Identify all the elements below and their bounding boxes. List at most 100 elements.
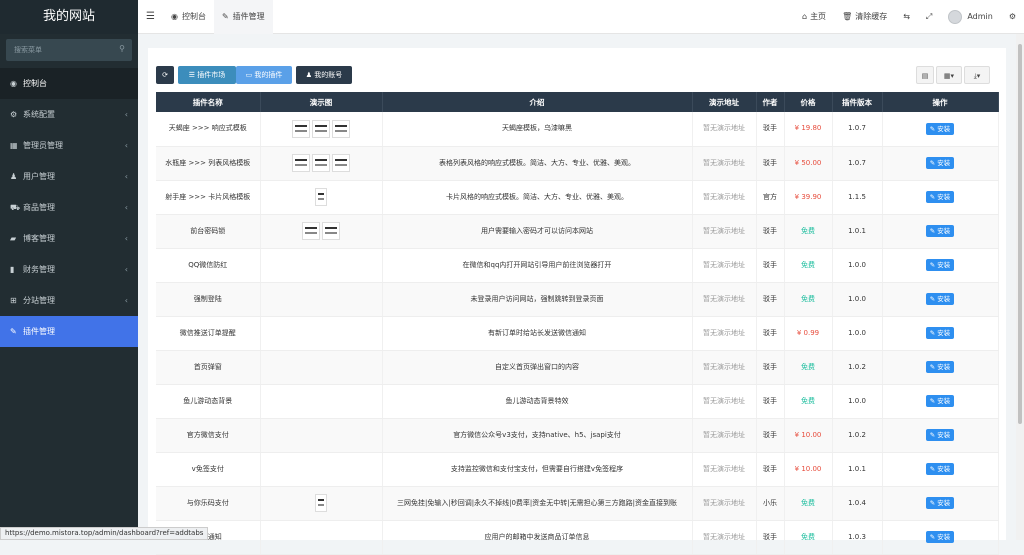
table-view-button[interactable]: ▤ — [916, 66, 934, 84]
menu-toggle-icon[interactable]: ☰ — [138, 0, 163, 34]
demo-cell: 暂无演示地址 — [692, 316, 757, 351]
plugin-name: 官方微信支付 — [186, 430, 229, 439]
sidebar-item-4[interactable]: ⛟ 商品管理 ‹ — [0, 192, 138, 223]
name-cell: 鱼儿游动态背景 — [156, 384, 261, 419]
fullscreen-icon[interactable]: ⤢ — [918, 0, 940, 34]
preview-thumbnail[interactable] — [332, 119, 350, 138]
plugin-description: 用户需要输入密码才可以访问本网站 — [481, 226, 593, 235]
preview-thumbnail[interactable] — [312, 119, 330, 138]
demo-address: 暂无演示地址 — [703, 294, 745, 303]
price-cell: ¥ 0.99 — [784, 316, 833, 351]
demo-cell: 暂无演示地址 — [692, 112, 757, 147]
column-header[interactable]: 介绍 — [382, 92, 693, 112]
preview-thumbnail[interactable] — [292, 119, 310, 138]
install-button[interactable]: ✎ 安装 — [925, 531, 955, 543]
sidebar-item-7[interactable]: ⊞ 分站管理 ‹ — [0, 285, 138, 316]
demo-address: 暂无演示地址 — [703, 498, 745, 507]
preview-thumbnail[interactable] — [315, 494, 327, 512]
sidebar-item-5[interactable]: ▰ 博客管理 ‹ — [0, 223, 138, 254]
action-cell: ✎ 安装 — [882, 486, 999, 521]
translate-icon[interactable]: ⇆ — [895, 0, 918, 34]
install-button[interactable]: ✎ 安装 — [925, 361, 955, 373]
author-cell: 驳手 — [756, 350, 785, 385]
export-button[interactable]: ⤓▾ — [964, 66, 990, 84]
search-icon[interactable]: ⚲ — [119, 44, 125, 53]
plugin-name: 微信推送订单提醒 — [179, 328, 236, 337]
demo-address: 暂无演示地址 — [703, 396, 745, 405]
settings-gear-icon[interactable]: ⚙ — [1001, 0, 1024, 34]
price: 免费 — [801, 294, 815, 303]
preview-thumbnail[interactable] — [315, 188, 327, 206]
column-header[interactable]: 插件版本 — [832, 92, 883, 112]
install-button[interactable]: ✎ 安装 — [925, 395, 955, 407]
desc-cell: 表格列表风格的响应式模板。简洁、大方、专业、优雅、美观。 — [382, 146, 693, 181]
version: 1.0.1 — [848, 226, 866, 235]
column-header[interactable]: 插件名称 — [156, 92, 261, 112]
refresh-button[interactable]: ⟳ — [156, 66, 174, 84]
preview-thumbnail[interactable] — [312, 154, 330, 172]
sidebar-item-3[interactable]: ♟ 用户管理 ‹ — [0, 161, 138, 192]
author-cell: 驳手 — [756, 282, 785, 317]
column-header[interactable]: 操作 — [882, 92, 999, 112]
install-button[interactable]: ✎ 安装 — [925, 157, 955, 169]
plugin-name: 射手座 >>> 卡片风格模板 — [165, 192, 251, 201]
action-cell: ✎ 安装 — [882, 520, 999, 555]
column-header[interactable]: 演示图 — [260, 92, 383, 112]
preview-thumbnail[interactable] — [302, 222, 320, 240]
price-cell: ¥ 10.00 — [784, 452, 833, 487]
sidebar-item-2[interactable]: ▦ 管理员管理 ‹ — [0, 130, 138, 161]
install-button[interactable]: ✎ 安装 — [925, 122, 955, 135]
sidebar-item-6[interactable]: ▮ 财务管理 ‹ — [0, 254, 138, 285]
table-row: 邮件通知应用户的邮箱中发送商品订单信息暂无演示地址驳手免费1.0.3✎ 安装 — [156, 520, 999, 555]
price-cell: 免费 — [784, 520, 833, 555]
user-menu[interactable]: Admin — [940, 0, 1001, 34]
column-header[interactable]: 价格 — [784, 92, 833, 112]
price: 免费 — [801, 226, 815, 235]
site-logo[interactable]: 我的网站 — [0, 0, 138, 34]
column-header[interactable]: 作者 — [756, 92, 785, 112]
price: ¥ 10.00 — [794, 430, 822, 439]
install-button[interactable]: ✎ 安装 — [925, 259, 955, 271]
demo-cell: 暂无演示地址 — [692, 520, 757, 555]
name-cell: 首页弹窗 — [156, 350, 261, 385]
tab-dashboard[interactable]: ◉ 控制台 — [163, 0, 214, 34]
install-button[interactable]: ✎ 安装 — [925, 497, 955, 509]
sidebar-item-8[interactable]: ✎ 插件管理 — [0, 316, 138, 347]
install-button[interactable]: ✎ 安装 — [925, 293, 955, 305]
install-button[interactable]: ✎ 安装 — [925, 429, 955, 441]
preview-thumbnail[interactable] — [322, 222, 340, 240]
demo-cell: 暂无演示地址 — [692, 486, 757, 521]
refresh-icon: ⟳ — [162, 71, 168, 79]
preview-thumbnail[interactable] — [332, 154, 350, 172]
sidebar-item-label: 分站管理 — [23, 296, 55, 305]
cogs-icon: ⚙ — [10, 110, 18, 119]
demo-address: 暂无演示地址 — [703, 192, 745, 201]
column-header[interactable]: 演示地址 — [692, 92, 757, 112]
page-scrollbar[interactable] — [1016, 34, 1024, 540]
tab-plugins[interactable]: ✎ 插件管理 — [213, 0, 273, 34]
my-account-button[interactable]: ♟ 我的账号 — [296, 66, 352, 84]
install-button[interactable]: ✎ 安装 — [925, 327, 955, 339]
preview-thumbnail[interactable] — [292, 154, 310, 172]
author: 官方 — [763, 192, 777, 201]
plugin-market-button[interactable]: ☰ 插件市场 — [178, 66, 236, 84]
install-button[interactable]: ✎ 安装 — [925, 225, 955, 237]
version: 1.0.0 — [848, 260, 866, 269]
grid-icon: ▦▾ — [943, 72, 955, 80]
home-label: 主页 — [810, 12, 827, 21]
install-button[interactable]: ✎ 安装 — [925, 463, 955, 475]
chevron-left-icon: ‹ — [124, 296, 128, 305]
grid-view-button[interactable]: ▦▾ — [936, 66, 962, 84]
plugin-name: 鱼儿游动态背景 — [183, 396, 233, 405]
table-row: v免签支付 支持监控微信和支付宝支付，但需要自行搭建v免签程序 暂无演示地址 驳手 ¥ … — [156, 452, 999, 487]
clear-cache-button[interactable]: 🗑 清除缓存 — [834, 0, 895, 34]
plugin-name: QQ微信防红 — [188, 260, 228, 269]
home-link[interactable]: ⌂ 主页 — [794, 0, 834, 34]
my-plugins-button[interactable]: ▭ 我的插件 — [236, 66, 292, 84]
sidebar-item-0[interactable]: ◉ 控制台 — [0, 68, 138, 99]
menu-search-input[interactable]: 搜索菜单 ⚲ — [6, 39, 132, 61]
price: 免费 — [801, 260, 815, 269]
scrollbar-thumb[interactable] — [1018, 44, 1022, 424]
install-button[interactable]: ✎ 安装 — [925, 191, 955, 203]
sidebar-item-1[interactable]: ⚙ 系统配置 ‹ — [0, 99, 138, 130]
